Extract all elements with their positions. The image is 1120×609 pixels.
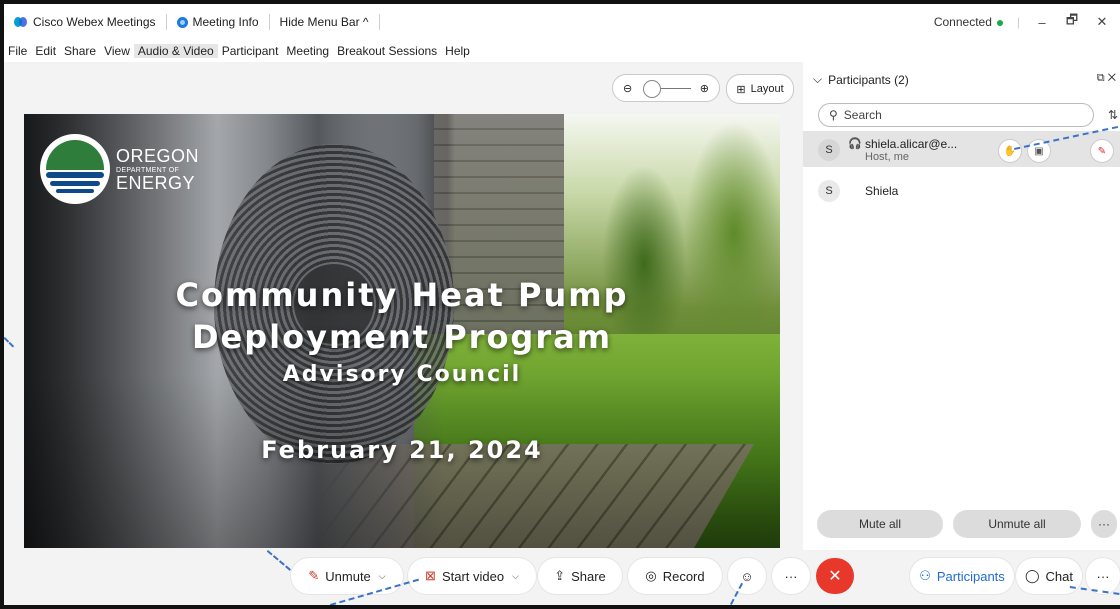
start-video-button[interactable]: ⊠ Start video ⌵ <box>408 558 536 594</box>
participants-title: Participants (2) <box>828 72 909 87</box>
zoom-slider-handle[interactable] <box>643 80 661 98</box>
pop-out-icon[interactable]: ⧉ <box>1097 72 1105 84</box>
title-bar: Cisco Webex Meetings Meeting Info Hide M… <box>4 4 1120 40</box>
close-window-button[interactable]: ✕ <box>1094 14 1110 30</box>
leave-meeting-button[interactable]: ✕ <box>816 558 854 594</box>
share-button[interactable]: ⇪ Share <box>538 558 622 594</box>
participant-name: Shiela <box>865 184 899 198</box>
people-icon: ⚇ <box>919 568 931 583</box>
panel-header-actions: ⧉ ✕ <box>1097 72 1116 85</box>
chat-label: Chat <box>1045 568 1074 584</box>
divider: | <box>1016 15 1020 29</box>
video-off-icon: ⊠ <box>425 568 436 583</box>
layout-button[interactable]: ⊞ Layout <box>726 74 794 104</box>
slide-title-line-1: Community Heat Pump <box>175 276 629 314</box>
participants-label: Participants <box>936 568 1005 584</box>
menu-meeting[interactable]: Meeting <box>282 44 333 58</box>
logo-line-1: OREGON <box>116 145 200 166</box>
window-controls: Connected | – 🗗 ✕ <box>934 4 1110 40</box>
chat-bubble-icon: ◯ <box>1024 568 1040 583</box>
panel-more-button[interactable]: ··· <box>1091 510 1117 538</box>
connection-status: Connected <box>934 15 1003 29</box>
participant-search[interactable]: ⚲ Search <box>818 103 1094 127</box>
menu-bar: File Edit Share View Audio & Video Parti… <box>4 40 1120 62</box>
shared-slide: OREGON DEPARTMENT OF ENERGY Community He… <box>24 114 780 548</box>
menu-share[interactable]: Share <box>60 44 100 58</box>
menu-help[interactable]: Help <box>441 44 474 58</box>
headset-icon: 🎧 <box>848 138 862 150</box>
info-icon <box>176 16 188 28</box>
smiley-icon: ☺ <box>740 568 754 584</box>
meeting-info-label: Meeting Info <box>192 15 259 29</box>
zoom-control: ⊖ ⊕ <box>612 74 720 102</box>
zoom-in-icon[interactable]: ⊕ <box>700 82 709 95</box>
collapse-chevron-icon[interactable]: ⌵ <box>813 72 822 87</box>
app-title[interactable]: Cisco Webex Meetings <box>4 14 167 30</box>
minimize-button[interactable]: – <box>1034 15 1050 30</box>
participant-row[interactable]: S Shiela <box>803 172 1120 208</box>
menu-audio-video[interactable]: Audio & Video <box>133 44 218 58</box>
oregon-energy-logo: OREGON DEPARTMENT OF ENERGY <box>40 134 199 204</box>
share-icon: ⇪ <box>554 568 566 583</box>
grid-icon: ⊞ <box>736 83 746 96</box>
muted-mic-icon: ✎ <box>308 568 320 583</box>
share-label: Share <box>571 568 606 584</box>
slide-title-line-2: Deployment Program <box>191 318 613 356</box>
menu-file[interactable]: File <box>4 44 31 58</box>
connected-dot-icon <box>996 20 1003 26</box>
unmute-label: Unmute <box>325 568 371 584</box>
connection-status-label: Connected <box>933 15 992 29</box>
meeting-controls-bar: ✎ Unmute ⌵ ⊠ Start video ⌵ ⇪ Share ◎ Rec… <box>4 550 1120 602</box>
participant-name: shiela.alicar@e... <box>865 137 958 151</box>
reactions-button[interactable]: ☺ <box>728 558 766 594</box>
menu-breakout-sessions[interactable]: Breakout Sessions <box>333 44 441 58</box>
record-label: Record <box>662 568 705 584</box>
search-icon: ⚲ <box>829 108 838 122</box>
chat-button[interactable]: ◯ Chat <box>1016 558 1082 594</box>
avatar: S <box>818 139 840 161</box>
slide-date: February 21, 2024 <box>261 436 543 464</box>
menu-participant[interactable]: Participant <box>218 44 283 58</box>
chevron-down-icon[interactable]: ⌵ <box>379 571 386 582</box>
logo-line-3: ENERGY <box>116 172 196 193</box>
more-options-button[interactable]: ··· <box>772 558 810 594</box>
search-placeholder: Search <box>843 108 882 122</box>
participants-button[interactable]: ⚇ Participants <box>910 558 1014 594</box>
participants-header[interactable]: ⌵ Participants (2) <box>813 72 909 87</box>
hide-menu-bar-button[interactable]: Hide Menu Bar ^ <box>270 14 380 30</box>
raise-hand-icon[interactable]: ✋ <box>998 139 1022 163</box>
meeting-info-button[interactable]: Meeting Info <box>167 14 270 30</box>
record-icon: ◎ <box>645 568 657 583</box>
restore-button[interactable]: 🗗 <box>1064 11 1080 33</box>
chevron-down-icon[interactable]: ⌵ <box>512 571 519 582</box>
muted-mic-icon[interactable]: ✎ <box>1090 139 1114 163</box>
unmute-all-button[interactable]: Unmute all <box>953 510 1081 538</box>
avatar: S <box>818 180 840 202</box>
record-button[interactable]: ◎ Record <box>628 558 722 594</box>
webex-logo-icon <box>14 17 28 27</box>
close-panel-icon[interactable]: ✕ <box>1108 72 1116 84</box>
app-name: Cisco Webex Meetings <box>33 15 156 29</box>
content-stage: ⊖ ⊕ ⊞ Layout OREGON DEPARTMENT OF ENERGY… <box>4 62 802 602</box>
mute-all-button[interactable]: Mute all <box>817 510 943 538</box>
slide-subtitle: Advisory Council <box>282 362 522 387</box>
hide-menu-bar-label: Hide Menu Bar ^ <box>279 15 369 29</box>
menu-view[interactable]: View <box>100 44 134 58</box>
start-video-label: Start video <box>441 568 505 584</box>
sort-icon[interactable]: ⇅ <box>1108 108 1118 122</box>
participant-role: Host, me <box>865 151 910 163</box>
webex-window: Cisco Webex Meetings Meeting Info Hide M… <box>0 0 1120 609</box>
oregon-logo-icon <box>40 134 110 204</box>
menu-edit[interactable]: Edit <box>31 44 60 58</box>
close-icon: ✕ <box>828 568 842 585</box>
logo-text: OREGON DEPARTMENT OF ENERGY <box>116 147 199 192</box>
panel-footer: Mute all Unmute all ··· <box>817 510 1117 540</box>
layout-label: Layout <box>750 83 784 95</box>
zoom-out-icon[interactable]: ⊖ <box>623 82 632 95</box>
